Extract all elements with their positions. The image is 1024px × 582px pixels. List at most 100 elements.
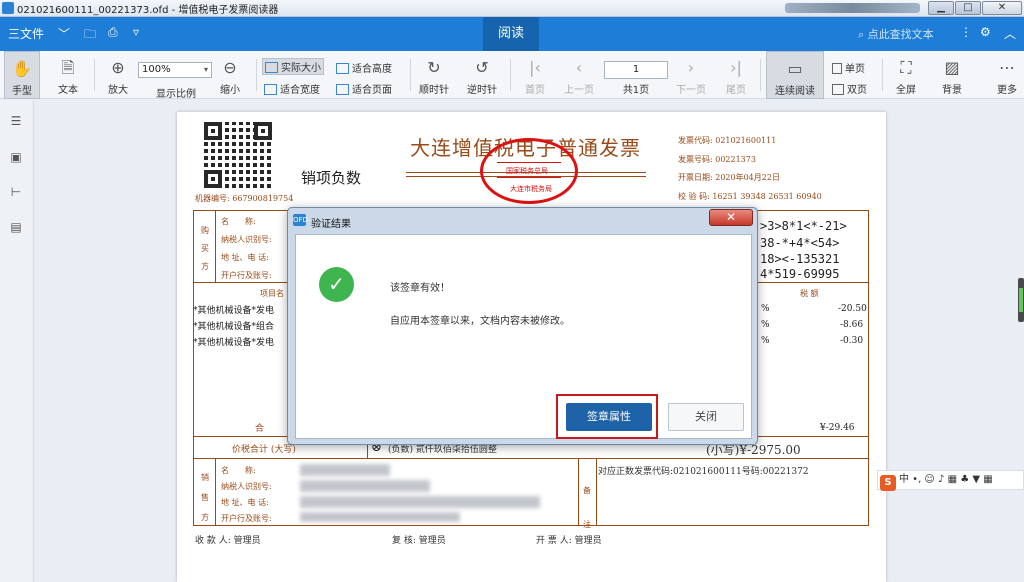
chevron-up-icon[interactable]: ︿ [1004, 25, 1016, 42]
divider [94, 59, 95, 91]
chevron-down-icon[interactable]: ﹀ [58, 25, 70, 42]
zoom-select[interactable]: 100% ▾ [138, 62, 212, 78]
seller-taxid-label: 纳税人识别号: [221, 482, 272, 491]
sales-negative-label: 销项负数 [301, 169, 362, 187]
maximize-button[interactable]: □ [955, 1, 981, 15]
menu-bar: 三文件 ﹀ 🗀 ⎙ ▿ 阅读 ⌕ 点此查找文本 ⋮ ⚙ ︿ [0, 17, 1024, 51]
rotate-ccw-icon: ↺ [475, 58, 489, 77]
seller-side-label: 销售方 [201, 473, 209, 522]
tab-read[interactable]: 阅读 [483, 17, 539, 51]
double-page-button[interactable]: 双页 [832, 81, 867, 96]
fullscreen-icon: ⛶ [900, 58, 912, 77]
hand-icon: ✋ [12, 59, 32, 78]
payee: 收 款 人: 管理员 [195, 536, 261, 546]
background-pattern-icon: ▨ [944, 58, 960, 77]
ime-toolbar[interactable]: S中 •, ☺ ♪ ▦ ♣ ▼ ▦ [877, 470, 1024, 491]
folder-icon[interactable]: 🗀 [84, 25, 96, 46]
cipher-line: 4*519-69995 [760, 267, 840, 281]
background-button[interactable]: ▨ 背景 [932, 51, 972, 99]
display-ratio-label: 显示比例 [156, 89, 196, 100]
remark-text: 对应正数发票代码:021021600111号码:00221372 [598, 467, 809, 477]
prev-page-button[interactable]: ‹ 上一页 [560, 51, 598, 99]
image-icon[interactable]: ▣ [8, 150, 24, 164]
continuous-read-button[interactable]: ▭ 连续阅读 [766, 51, 824, 99]
cipher-line: >3>8*1<*-21> [760, 219, 847, 233]
redacted-seller-name [300, 464, 390, 476]
zoom-out-button[interactable]: ⊖ 缩小 [210, 51, 250, 99]
rotate-counterclockwise-button[interactable]: ↺ 逆时针 [460, 51, 504, 99]
last-page-button[interactable]: ›| 尾页 [718, 51, 754, 99]
text-tool-button[interactable]: 🗎 文本 [50, 51, 86, 99]
check-code: 校 验 码: 16251 39348 26531 60940 [678, 192, 822, 201]
price-total-label: 价税合计 (大写) [232, 445, 296, 455]
highlight-box [556, 394, 658, 439]
fit-width-icon [264, 84, 277, 95]
first-page-button[interactable]: |‹ 首页 [518, 51, 552, 99]
rotate-clockwise-button[interactable]: ↻ 顺时针 [414, 51, 454, 99]
hand-tool-button[interactable]: ✋ 手型 [4, 51, 40, 99]
dialog-app-icon: OFD [293, 214, 308, 226]
chevron-left-icon: ‹ [575, 58, 583, 77]
search-icon: ⌕ [858, 28, 868, 41]
print-icon[interactable]: ⎙ [108, 25, 118, 40]
tax-value: -0.30 [840, 336, 864, 346]
item-row: *其他机械设备*发电 [193, 306, 275, 316]
dialog-close-button[interactable]: ✕ [709, 209, 753, 226]
next-page-button[interactable]: › 下一页 [672, 51, 710, 99]
sogou-icon: S [880, 475, 896, 491]
tree-icon[interactable]: ⊢ [8, 185, 24, 199]
dropdown-icon[interactable]: ▿ [133, 25, 139, 39]
fit-height-button[interactable]: 适合高度 [336, 60, 392, 75]
close-button[interactable]: 关闭 [668, 403, 744, 431]
blurred-titlebar-area [785, 3, 920, 13]
issuer: 开 票 人: 管理员 [536, 536, 602, 546]
buyer-taxid-label: 纳税人识别号: [221, 235, 272, 244]
fullscreen-button[interactable]: ⛶ 全屏 [888, 51, 924, 99]
gear-icon[interactable]: ⚙ [980, 25, 991, 39]
seller-bank-label: 开户行及账号: [221, 514, 272, 523]
fit-width-button[interactable]: 适合宽度 [264, 81, 320, 96]
dialog-title: 验证结果 [311, 219, 351, 230]
last-page-icon: ›| [730, 58, 742, 77]
page-count: 共1页 [622, 85, 650, 96]
divider [410, 59, 411, 91]
text-select-icon: 🗎 [61, 58, 75, 77]
list-icon[interactable]: ☰ [8, 114, 24, 128]
total-label: 合 [255, 424, 265, 434]
zoom-in-button[interactable]: ⊕ 放大 [102, 51, 134, 99]
fit-height-icon [336, 63, 349, 74]
annotation-icon[interactable]: ▤ [8, 220, 24, 234]
page-number-input[interactable]: 1 [604, 61, 668, 79]
actual-size-icon [265, 62, 278, 73]
total-tax: ¥-29.46 [820, 423, 855, 433]
minus-circle-icon: ⊖ [223, 58, 237, 77]
dialog-detail: 自应用本签章以来，文档内容未被修改。 [390, 316, 570, 327]
redacted-seller-address [300, 496, 540, 508]
file-menu[interactable]: 三文件 [8, 25, 44, 42]
more-dots-icon: ⋯ [999, 58, 1015, 77]
remark-side-label: 备注 [583, 486, 591, 529]
dropdown-arrow-icon: ▾ [203, 65, 208, 74]
minimize-button[interactable]: ▁ [928, 1, 954, 15]
qr-code [204, 122, 272, 188]
invoice-number: 发票号码: 00221373 [678, 155, 756, 164]
tax-value: -8.66 [840, 320, 864, 330]
more-vertical-icon[interactable]: ⋮ [960, 25, 972, 39]
rotate-cw-icon: ↻ [427, 58, 441, 77]
redacted-seller-taxid [300, 480, 430, 492]
fit-page-button[interactable]: 适合页面 [336, 81, 392, 96]
window-title: 021021600111_00221373.ofd - 增值税电子发票阅读器 [17, 5, 279, 16]
tax-value: -20.50 [838, 304, 867, 314]
more-button[interactable]: ⋯ 更多 [992, 51, 1022, 99]
first-page-icon: |‹ [529, 58, 541, 77]
single-page-button[interactable]: 单页 [832, 60, 865, 75]
search-input[interactable]: ⌕ 点此查找文本 [858, 26, 934, 42]
side-grip[interactable] [1018, 278, 1024, 322]
title-bar: 021021600111_00221373.ofd - 增值税电子发票阅读器 ▁… [0, 0, 1024, 17]
buyer-bank-label: 开户行及账号: [221, 271, 272, 280]
single-page-icon [832, 63, 842, 74]
cipher-line: 18><-135321 [760, 252, 840, 266]
close-window-button[interactable]: ✕ [982, 1, 1022, 15]
divider [760, 59, 761, 91]
actual-size-button[interactable]: 实际大小 [262, 58, 324, 75]
